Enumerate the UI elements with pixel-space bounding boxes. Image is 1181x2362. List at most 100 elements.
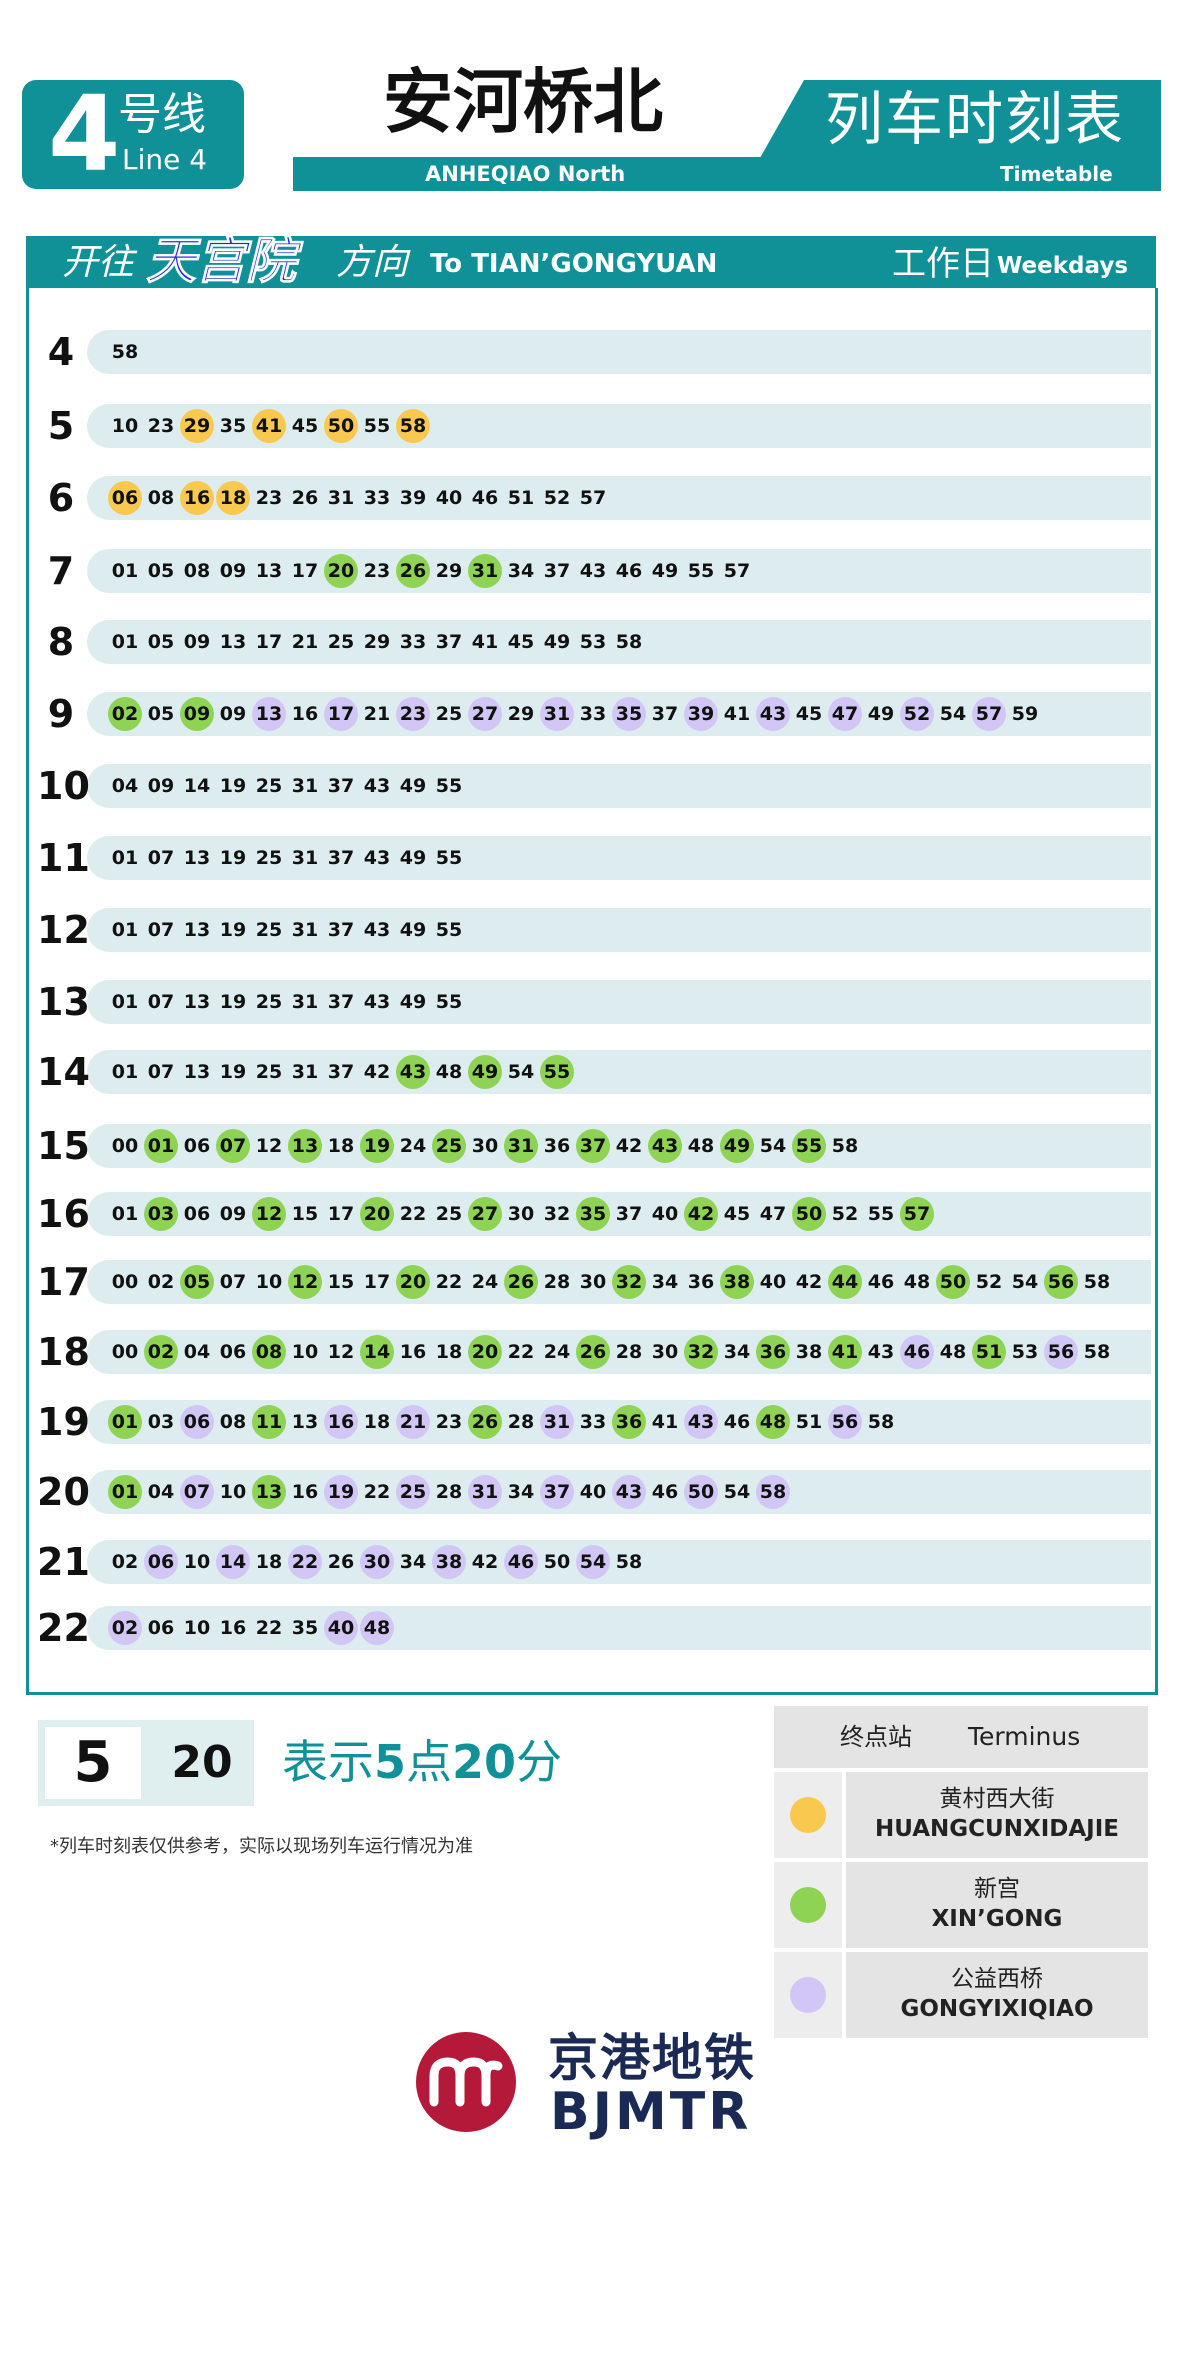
brand-name-cn: 京港地铁 [548,2029,756,2087]
departure-minute: 55 [435,775,463,797]
departure-xingong: 50 [791,1197,827,1231]
departure-minute: 47 [759,1203,787,1225]
departure-gongyixiqiao: 43 [611,1475,647,1509]
departure-minute: 04 [183,1341,211,1363]
departure-minute: 45 [795,703,823,725]
departure-minute: 40 [435,487,463,509]
departure-minute: 45 [723,1203,751,1225]
departure-minute: 01 [111,919,139,941]
departure-huangcunxidajie: 16 [179,481,215,515]
timetable-row: 11 01 07 13 19 25 31 37 43 49 55 [29,834,1155,882]
departure-minute: 45 [291,415,319,437]
departure-minute: 31 [291,775,319,797]
line-number: 4 [48,73,121,195]
departure-minute: 17 [255,631,283,653]
departure-minute: 34 [399,1551,427,1573]
departure-minute: 53 [1011,1341,1039,1363]
departure-xingong: 57 [899,1197,935,1231]
departure-xingong: 20 [323,554,359,588]
departure-xingong: 32 [611,1265,647,1299]
minutes-list: 04 09 14 19 25 31 37 43 49 55 [107,762,467,810]
hour-label: 8 [47,620,75,664]
timetable-row: 4 58 [29,328,1155,376]
departure-gongyixiqiao: 25 [395,1475,431,1509]
direction-suffix: 方向 [336,242,409,283]
departure-minute: 37 [543,560,571,582]
terminus-legend: 终点站 Terminus 黄村西大街 HUANGCUNXIDAJIE 新宫 XI… [774,1706,1148,2038]
departure-minute: 55 [363,415,391,437]
departure-minute: 02 [111,1551,139,1573]
departure-minute: 07 [147,991,175,1013]
minutes-list: 06 08 16 18 23 26 31 33 39 40 46 51 52 57 [107,474,611,522]
departure-minute: 21 [291,631,319,653]
departure-minute: 25 [255,775,283,797]
brand-name-en: BJMTR [550,2082,752,2142]
departure-minute: 31 [291,1061,319,1083]
timetable-row: 22 02 06 10 16 22 35 40 48 [29,1604,1155,1652]
departure-gongyixiqiao: 13 [251,697,287,731]
departure-minute: 58 [615,1551,643,1573]
departure-minute: 42 [795,1271,823,1293]
departure-minute: 55 [435,919,463,941]
departure-minute: 22 [507,1341,535,1363]
departure-minute: 13 [183,991,211,1013]
hour-label: 17 [37,1260,90,1304]
departure-minute: 19 [219,919,247,941]
departure-minute: 06 [183,1203,211,1225]
departure-xingong: 26 [575,1335,611,1369]
minutes-list: 00 02 05 07 10 12 15 17 20 22 24 26 28 30 32 34 36 38 40 42… [107,1258,1115,1306]
departure-gongyixiqiao: 48 [359,1611,395,1645]
departure-minute: 21 [363,703,391,725]
departure-minute: 26 [291,487,319,509]
departure-minute: 25 [435,1203,463,1225]
departure-minute: 42 [471,1551,499,1573]
departure-xingong: 07 [215,1129,251,1163]
departure-minute: 49 [399,991,427,1013]
departure-minute: 50 [543,1551,571,1573]
departure-xingong: 11 [251,1405,287,1439]
departure-xingong: 43 [647,1129,683,1163]
hour-label: 11 [37,836,90,880]
departure-xingong: 09 [179,697,215,731]
departure-minute: 29 [363,631,391,653]
departure-minute: 58 [111,341,139,363]
departure-minute: 09 [147,775,175,797]
departure-minute: 33 [399,631,427,653]
departure-xingong: 27 [467,1197,503,1231]
departure-minute: 37 [327,991,355,1013]
timetable-row: 14 01 07 13 19 25 31 37 42 43 48 49 54 55 [29,1048,1155,1096]
departure-minute: 48 [903,1271,931,1293]
departure-minute: 09 [183,631,211,653]
timetable-row: 18 00 02 04 06 08 10 12 14 16 18 20 22 24 26 28 30 32 34 36… [29,1328,1155,1376]
departure-minute: 04 [111,775,139,797]
departure-minute: 49 [543,631,571,653]
departure-xingong: 37 [575,1129,611,1163]
departure-minute: 15 [291,1203,319,1225]
departure-gongyixiqiao: 43 [755,697,791,731]
departure-minute: 24 [543,1341,571,1363]
departure-minute: 43 [363,847,391,869]
departure-minute: 02 [147,1271,175,1293]
departure-minute: 45 [507,631,535,653]
departure-minute: 22 [363,1481,391,1503]
hour-label: 9 [47,692,75,736]
departure-xingong: 02 [107,697,143,731]
departure-xingong: 12 [251,1197,287,1231]
departure-xingong: 20 [359,1197,395,1231]
departure-gongyixiqiao: 58 [755,1475,791,1509]
hour-label: 5 [47,404,75,448]
departure-minute: 23 [255,487,283,509]
departure-minute: 46 [651,1481,679,1503]
departure-minute: 49 [399,847,427,869]
departure-minute: 22 [435,1271,463,1293]
departure-huangcunxidajie: 58 [395,409,431,443]
timetable-row: 16 01 03 06 09 12 15 17 20 22 25 27 30 32 35 37 40 42 45 47… [29,1190,1155,1238]
legend-header-cn: 终点站 [840,1723,912,1751]
departure-gongyixiqiao: 06 [179,1405,215,1439]
departure-minute: 25 [255,991,283,1013]
departure-minute: 01 [111,560,139,582]
departure-gongyixiqiao: 39 [683,697,719,731]
departure-gongyixiqiao: 56 [827,1405,863,1439]
departure-minute: 57 [723,560,751,582]
departure-minute: 36 [687,1271,715,1293]
